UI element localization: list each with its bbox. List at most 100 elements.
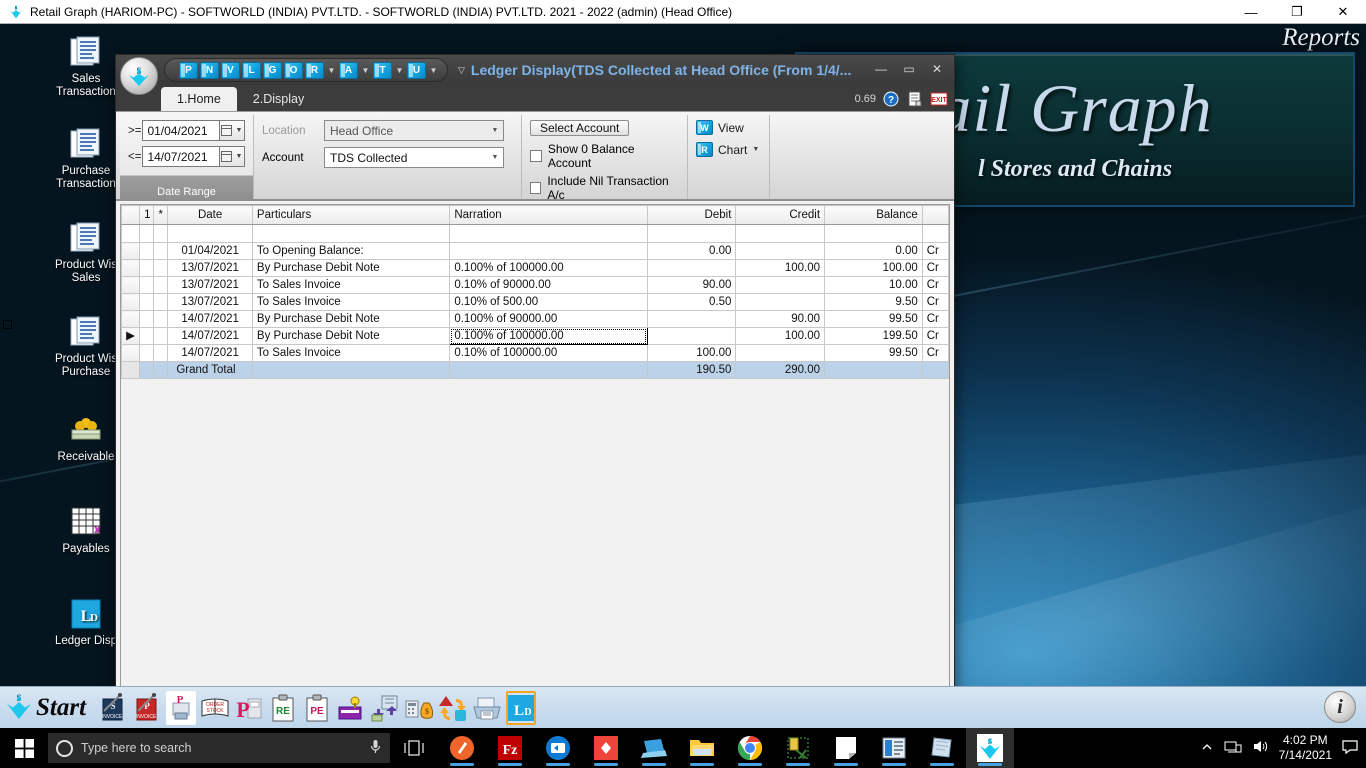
select-account-button[interactable]: Select Account: [530, 120, 630, 136]
cell-balance[interactable]: 10.00: [824, 276, 923, 294]
cell-dc[interactable]: Cr: [921, 310, 950, 328]
windows-start-button[interactable]: [0, 728, 48, 768]
th-debit[interactable]: Debit: [646, 205, 737, 225]
taskbar-search-box[interactable]: Type here to search: [48, 733, 390, 763]
print-report-icon[interactable]: [472, 691, 502, 725]
cell-balance[interactable]: 99.50: [824, 310, 923, 328]
cell-debit[interactable]: [646, 259, 737, 277]
bank-transfer-icon[interactable]: [370, 691, 400, 725]
row-marker[interactable]: [120, 293, 141, 311]
qat-button-v[interactable]: V: [221, 61, 240, 79]
taskbar-app-sticky-notes[interactable]: [918, 728, 966, 768]
filter-credit[interactable]: [735, 224, 826, 243]
taskbar-app-file-explorer[interactable]: [678, 728, 726, 768]
table-row[interactable]: 14/07/2021 By Purchase Debit Note 0.100%…: [120, 310, 950, 328]
table-row-selected[interactable]: ▶ 14/07/2021 By Purchase Debit Note 0.10…: [120, 327, 950, 345]
cell-balance[interactable]: 100.00: [824, 259, 923, 277]
cell-balance[interactable]: 99.50: [824, 344, 923, 362]
order-stock-book-icon[interactable]: ORDER STOCK: [200, 691, 230, 725]
table-filter-row[interactable]: [120, 224, 950, 243]
calendar-icon[interactable]: [221, 125, 233, 136]
cell-credit[interactable]: 100.00: [735, 259, 826, 277]
cash-register-icon[interactable]: [336, 691, 366, 725]
taskbar-app-paint3d[interactable]: [438, 728, 486, 768]
cell-debit[interactable]: [646, 327, 737, 345]
taskbar-app-news[interactable]: [870, 728, 918, 768]
cell-narration[interactable]: 0.100% of 90000.00: [449, 310, 648, 328]
cell-credit[interactable]: [735, 276, 826, 294]
row-marker-current[interactable]: ▶: [120, 327, 141, 345]
taskbar-app-remote-desktop[interactable]: [630, 728, 678, 768]
cell-dc[interactable]: Cr: [921, 242, 950, 260]
cell-narration[interactable]: [449, 242, 648, 260]
cell-credit[interactable]: 90.00: [735, 310, 826, 328]
row-marker[interactable]: [120, 310, 141, 328]
report-icon[interactable]: [906, 90, 924, 108]
row-marker[interactable]: [120, 276, 141, 294]
table-row[interactable]: 13/07/2021 To Sales Invoice 0.10% of 500…: [120, 293, 950, 311]
table-row[interactable]: 13/07/2021 To Sales Invoice 0.10% of 900…: [120, 276, 950, 294]
payment-entry-icon[interactable]: PE: [302, 691, 332, 725]
cell-particulars[interactable]: By Purchase Debit Note: [251, 259, 451, 277]
chart-button[interactable]: R Chart ▼: [696, 142, 761, 157]
tab-display[interactable]: 2.Display: [237, 87, 320, 111]
qat-button-p[interactable]: P: [179, 61, 198, 79]
cell-particulars[interactable]: To Sales Invoice: [251, 276, 451, 294]
taskbar-app-retail-graph[interactable]: S: [966, 728, 1014, 768]
taskbar-app-notepad[interactable]: [822, 728, 870, 768]
info-button[interactable]: i: [1324, 691, 1356, 723]
cell-particulars[interactable]: To Opening Balance:: [251, 242, 451, 260]
chevron-down-icon[interactable]: ▼: [487, 121, 503, 140]
main-minimize-button[interactable]: —: [1228, 0, 1274, 24]
th-date[interactable]: Date: [167, 205, 253, 225]
qat-button-a[interactable]: A: [339, 61, 358, 79]
location-select[interactable]: Head Office ▼: [324, 120, 504, 141]
chevron-down-icon[interactable]: ▼: [360, 66, 371, 75]
main-close-button[interactable]: ✕: [1320, 0, 1366, 24]
chevron-down-icon[interactable]: ▼: [236, 153, 243, 160]
taskbar-app-filezilla[interactable]: Fz: [486, 728, 534, 768]
purchase-p-icon[interactable]: P: [234, 691, 264, 725]
network-icon[interactable]: [1224, 740, 1242, 757]
qat-button-t[interactable]: T: [373, 61, 392, 79]
cell-date[interactable]: 13/07/2021: [167, 259, 253, 277]
account-select[interactable]: TDS Collected ▼: [324, 147, 504, 168]
cell-debit[interactable]: 0.00: [646, 242, 737, 260]
tab-home[interactable]: 1.Home: [161, 87, 237, 111]
taskbar-app-anydesk[interactable]: [582, 728, 630, 768]
show-zero-balance-checkbox[interactable]: [530, 150, 542, 162]
task-view-button[interactable]: [390, 728, 438, 768]
include-nil-checkbox[interactable]: [530, 182, 542, 194]
cell-dc[interactable]: Cr: [921, 344, 950, 362]
calendar-icon[interactable]: [221, 151, 233, 162]
action-center-icon[interactable]: [1342, 739, 1358, 758]
taskbar-app-teamviewer[interactable]: [534, 728, 582, 768]
filter-narration[interactable]: [449, 224, 648, 243]
taskbar-app-dev-tools[interactable]: [774, 728, 822, 768]
row-marker[interactable]: [120, 242, 141, 260]
cell-narration-focused[interactable]: 0.100% of 100000.00: [449, 327, 648, 345]
cell-date[interactable]: 14/07/2021: [167, 327, 253, 345]
cell-debit[interactable]: 0.50: [646, 293, 737, 311]
qat-button-n[interactable]: N: [200, 61, 219, 79]
chevron-down-icon[interactable]: ▼: [394, 66, 405, 75]
cell-date[interactable]: 14/07/2021: [167, 344, 253, 362]
chevron-down-icon[interactable]: ▼: [487, 148, 503, 167]
sales-invoice-icon[interactable]: INVOICE S: [98, 691, 128, 725]
cell-date[interactable]: 01/04/2021: [167, 242, 253, 260]
filter-balance[interactable]: [824, 224, 923, 243]
main-maximize-button[interactable]: ❐: [1274, 0, 1320, 24]
show-zero-balance-row[interactable]: Show 0 Balance Account: [530, 142, 679, 170]
cell-dc[interactable]: Cr: [921, 327, 950, 345]
show-hidden-icons-chevron-icon[interactable]: [1200, 740, 1214, 757]
cell-balance[interactable]: 199.50: [824, 327, 923, 345]
cell-balance[interactable]: 0.00: [824, 242, 923, 260]
date-to-picker-buttons[interactable]: ▼: [219, 146, 245, 167]
qat-button-o[interactable]: O: [284, 61, 303, 79]
ledger-minimize-button[interactable]: —: [868, 59, 894, 79]
printer-p-icon[interactable]: P: [166, 690, 197, 725]
th-dc[interactable]: [921, 205, 950, 225]
ledger-close-button[interactable]: ✕: [924, 59, 950, 79]
cell-debit[interactable]: 90.00: [646, 276, 737, 294]
cell-credit[interactable]: [735, 242, 826, 260]
